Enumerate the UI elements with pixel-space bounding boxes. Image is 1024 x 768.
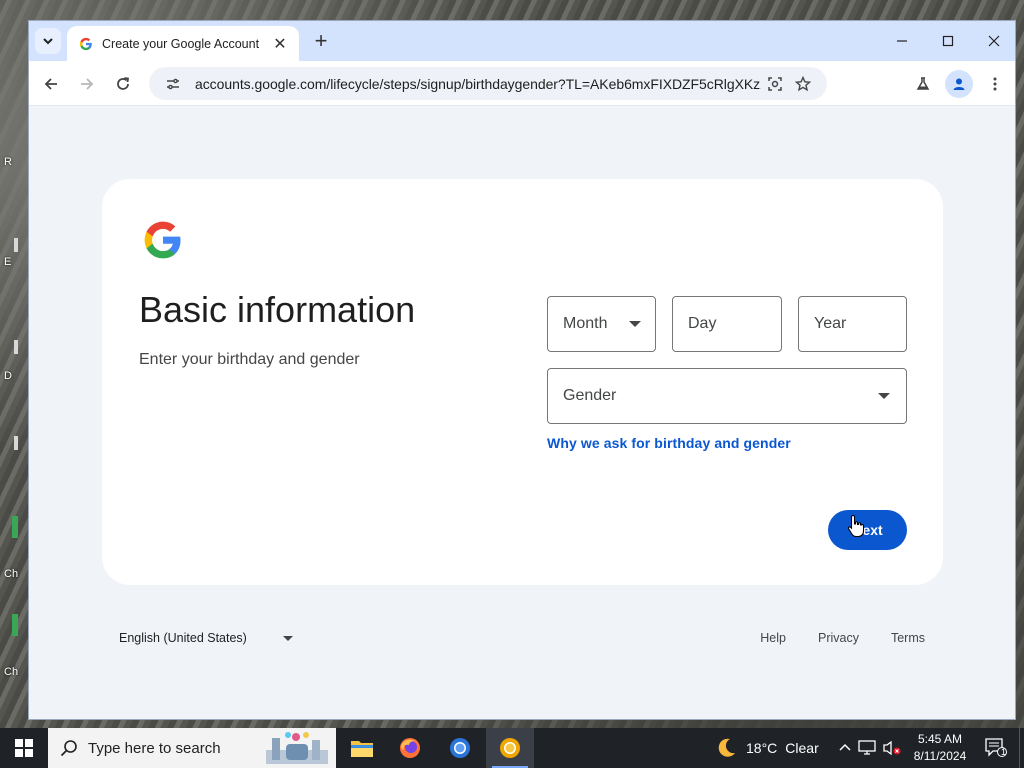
why-we-ask-link[interactable]: Why we ask for birthday and gender (547, 435, 791, 451)
chrome-canary-icon[interactable] (486, 728, 534, 768)
moon-icon (718, 738, 735, 757)
show-desktop-button[interactable] (1019, 728, 1024, 768)
next-button[interactable]: Next (828, 510, 907, 550)
day-placeholder: Day (688, 315, 717, 332)
page-title: Basic information (139, 289, 416, 330)
url-text[interactable]: accounts.google.com/lifecycle/steps/sign… (195, 76, 761, 92)
taskbar-search[interactable]: Type here to search (48, 728, 336, 768)
year-placeholder: Year (814, 315, 847, 332)
google-g-icon (144, 221, 181, 259)
search-highlight-art (266, 732, 328, 764)
day-field[interactable]: Day (672, 296, 782, 352)
taskbar: Type here to search 18°C Clear 5:45 AM 8… (0, 728, 1024, 768)
language-label: English (United States) (119, 631, 247, 645)
site-settings-icon[interactable] (159, 70, 187, 98)
desktop-icon-label[interactable]: R (4, 156, 12, 168)
forward-icon[interactable] (73, 70, 101, 98)
volume-muted-icon[interactable] (882, 740, 902, 756)
notification-count: 1 (1001, 747, 1007, 757)
desktop-icon-label[interactable]: Ch (4, 666, 18, 678)
desktop-icon-label[interactable]: Ch (4, 568, 18, 580)
tab-search-button[interactable] (35, 28, 61, 54)
network-icon[interactable] (858, 740, 876, 756)
chevron-down-icon (282, 635, 293, 641)
month-placeholder: Month (563, 315, 608, 332)
help-link[interactable]: Help (760, 631, 786, 645)
close-icon[interactable] (971, 21, 1015, 61)
tab-strip: Create your Google Account ✕ + (29, 21, 1015, 61)
lens-icon[interactable] (761, 70, 789, 98)
labs-icon[interactable] (909, 70, 937, 98)
system-tray (838, 728, 902, 768)
desktop-icon[interactable] (14, 340, 18, 354)
page-subtitle: Enter your birthday and gender (139, 351, 360, 368)
chevron-down-icon (878, 393, 890, 399)
back-icon[interactable] (37, 70, 65, 98)
system-clock[interactable]: 5:45 AM 8/11/2024 (905, 731, 975, 765)
weather-widget[interactable]: 18°C Clear (714, 728, 819, 768)
star-icon[interactable] (789, 70, 817, 98)
chevron-up-icon[interactable] (838, 741, 852, 755)
tab-create-account[interactable]: Create your Google Account ✕ (67, 26, 299, 61)
search-placeholder: Type here to search (88, 739, 221, 757)
weather-temperature: 18°C (746, 740, 778, 756)
browser-toolbar: accounts.google.com/lifecycle/steps/sign… (29, 61, 1015, 106)
clock-date: 8/11/2024 (913, 749, 967, 763)
footer-links: Help Privacy Terms (760, 631, 925, 645)
terms-link[interactable]: Terms (891, 631, 925, 645)
chevron-down-icon (43, 38, 53, 45)
firefox-icon[interactable] (386, 728, 434, 768)
month-select[interactable]: Month (547, 296, 656, 352)
desktop-icon-label[interactable]: E (4, 256, 11, 268)
signup-card: Basic information Enter your birthday an… (102, 179, 943, 585)
reload-icon[interactable] (109, 70, 137, 98)
tab-title: Create your Google Account (102, 36, 260, 51)
year-field[interactable]: Year (798, 296, 907, 352)
chevron-down-icon (629, 321, 641, 327)
profile-icon[interactable] (945, 70, 973, 98)
file-explorer-icon[interactable] (338, 728, 386, 768)
close-icon[interactable]: ✕ (271, 35, 289, 53)
search-icon (60, 740, 77, 757)
plus-icon[interactable]: + (309, 29, 333, 53)
gender-placeholder: Gender (563, 387, 617, 404)
clock-time: 5:45 AM (917, 732, 963, 746)
pointer-hand-icon (847, 514, 865, 538)
notification-icon[interactable]: 1 (980, 728, 1012, 768)
address-bar[interactable]: accounts.google.com/lifecycle/steps/sign… (149, 67, 827, 100)
minimize-icon[interactable] (879, 21, 925, 61)
weather-description: Clear (785, 740, 819, 756)
windows-start-icon[interactable] (0, 728, 48, 768)
language-selector[interactable]: English (United States) (119, 631, 293, 645)
privacy-link[interactable]: Privacy (818, 631, 859, 645)
desktop-icon[interactable] (12, 614, 18, 636)
browser-window: Create your Google Account ✕ + accounts.… (28, 20, 1016, 720)
page-content: Basic information Enter your birthday an… (29, 107, 1015, 719)
desktop-icon-label[interactable]: D (4, 370, 12, 382)
desktop-icon[interactable] (12, 516, 18, 538)
google-g-icon (79, 37, 92, 50)
maximize-icon[interactable] (925, 21, 971, 61)
chrome-icon[interactable] (436, 728, 484, 768)
menu-icon[interactable] (981, 70, 1009, 98)
desktop-icon[interactable] (14, 238, 18, 252)
gender-select[interactable]: Gender (547, 368, 907, 424)
desktop-icon[interactable] (14, 436, 18, 450)
